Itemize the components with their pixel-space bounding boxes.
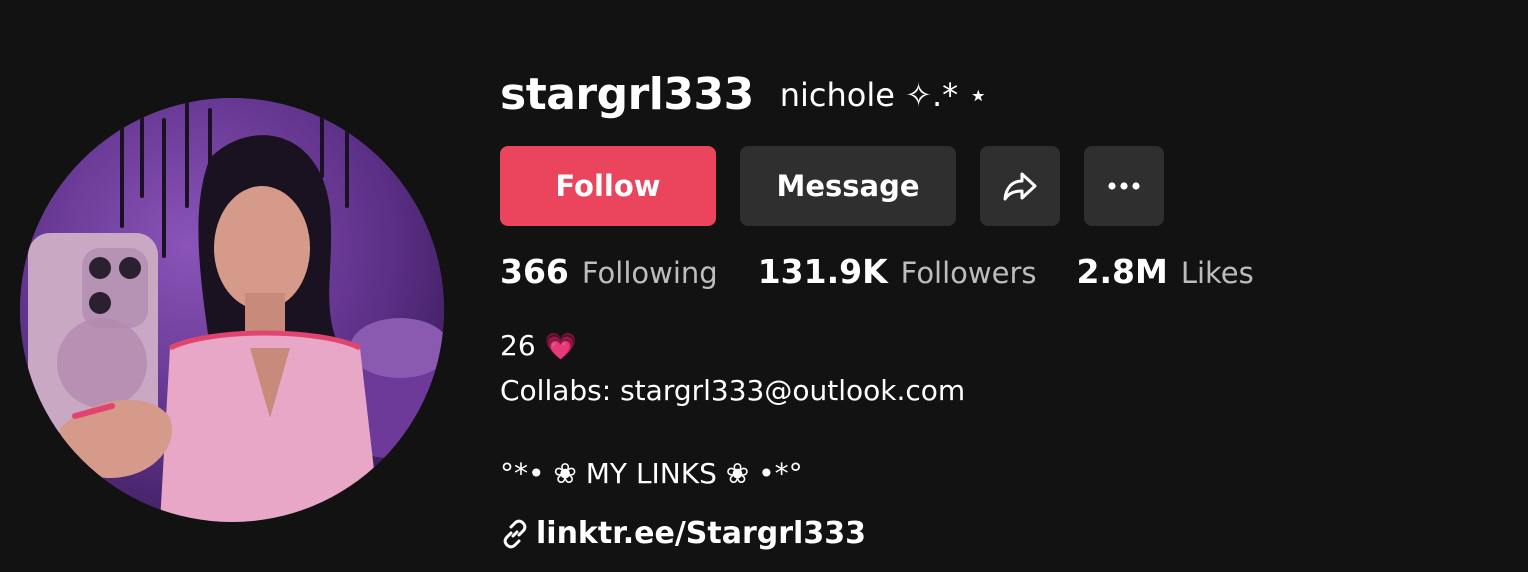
bio-age: 26 <box>500 329 536 362</box>
bio: 26 💗 Collabs: stargrl333@outlook.com °*•… <box>500 324 965 495</box>
profile-page: stargrl333 nichole ✧.* ⋆ Follow Message … <box>0 0 1528 572</box>
bio-line-collabs: Collabs: stargrl333@outlook.com <box>500 374 966 407</box>
message-button[interactable]: Message <box>740 146 956 226</box>
stat-label: Following <box>581 256 718 290</box>
bio-line-age: 26 💗 <box>500 324 965 369</box>
share-button[interactable] <box>980 146 1060 226</box>
stat-label: Likes <box>1180 256 1254 290</box>
more-button[interactable] <box>1084 146 1164 226</box>
share-icon <box>1003 172 1037 201</box>
bio-line-links: °*• ❀ MY LINKS ❀ •*° <box>500 457 803 490</box>
avatar-image <box>20 98 444 522</box>
link-icon <box>503 519 527 548</box>
avatar[interactable] <box>20 98 444 522</box>
stat-value: 366 <box>500 252 569 291</box>
nickname: nichole ✧.* ⋆ <box>779 76 989 114</box>
link-text[interactable]: linktr.ee/Stargrl333 <box>536 516 866 551</box>
follow-button[interactable]: Follow <box>500 146 716 226</box>
stat-following[interactable]: 366 Following <box>500 252 718 291</box>
stat-value: 131.9K <box>757 252 888 291</box>
profile-link[interactable]: linktr.ee/Stargrl333 <box>500 516 866 551</box>
bio-spacer <box>500 412 965 452</box>
heart-icon: 💗 <box>544 332 577 362</box>
more-icon <box>1108 182 1140 190</box>
stat-value: 2.8M <box>1076 252 1168 291</box>
username: stargrl333 <box>500 68 754 120</box>
stat-likes: 2.8M Likes <box>1077 252 1254 291</box>
stat-followers[interactable]: 131.9K Followers <box>758 252 1037 291</box>
stat-label: Followers <box>900 256 1037 290</box>
profile-header: stargrl333 nichole ✧.* ⋆ <box>500 64 988 124</box>
stats-row: 366 Following 131.9K Followers 2.8M Like… <box>500 252 1294 291</box>
action-buttons: Follow Message <box>500 146 1164 226</box>
